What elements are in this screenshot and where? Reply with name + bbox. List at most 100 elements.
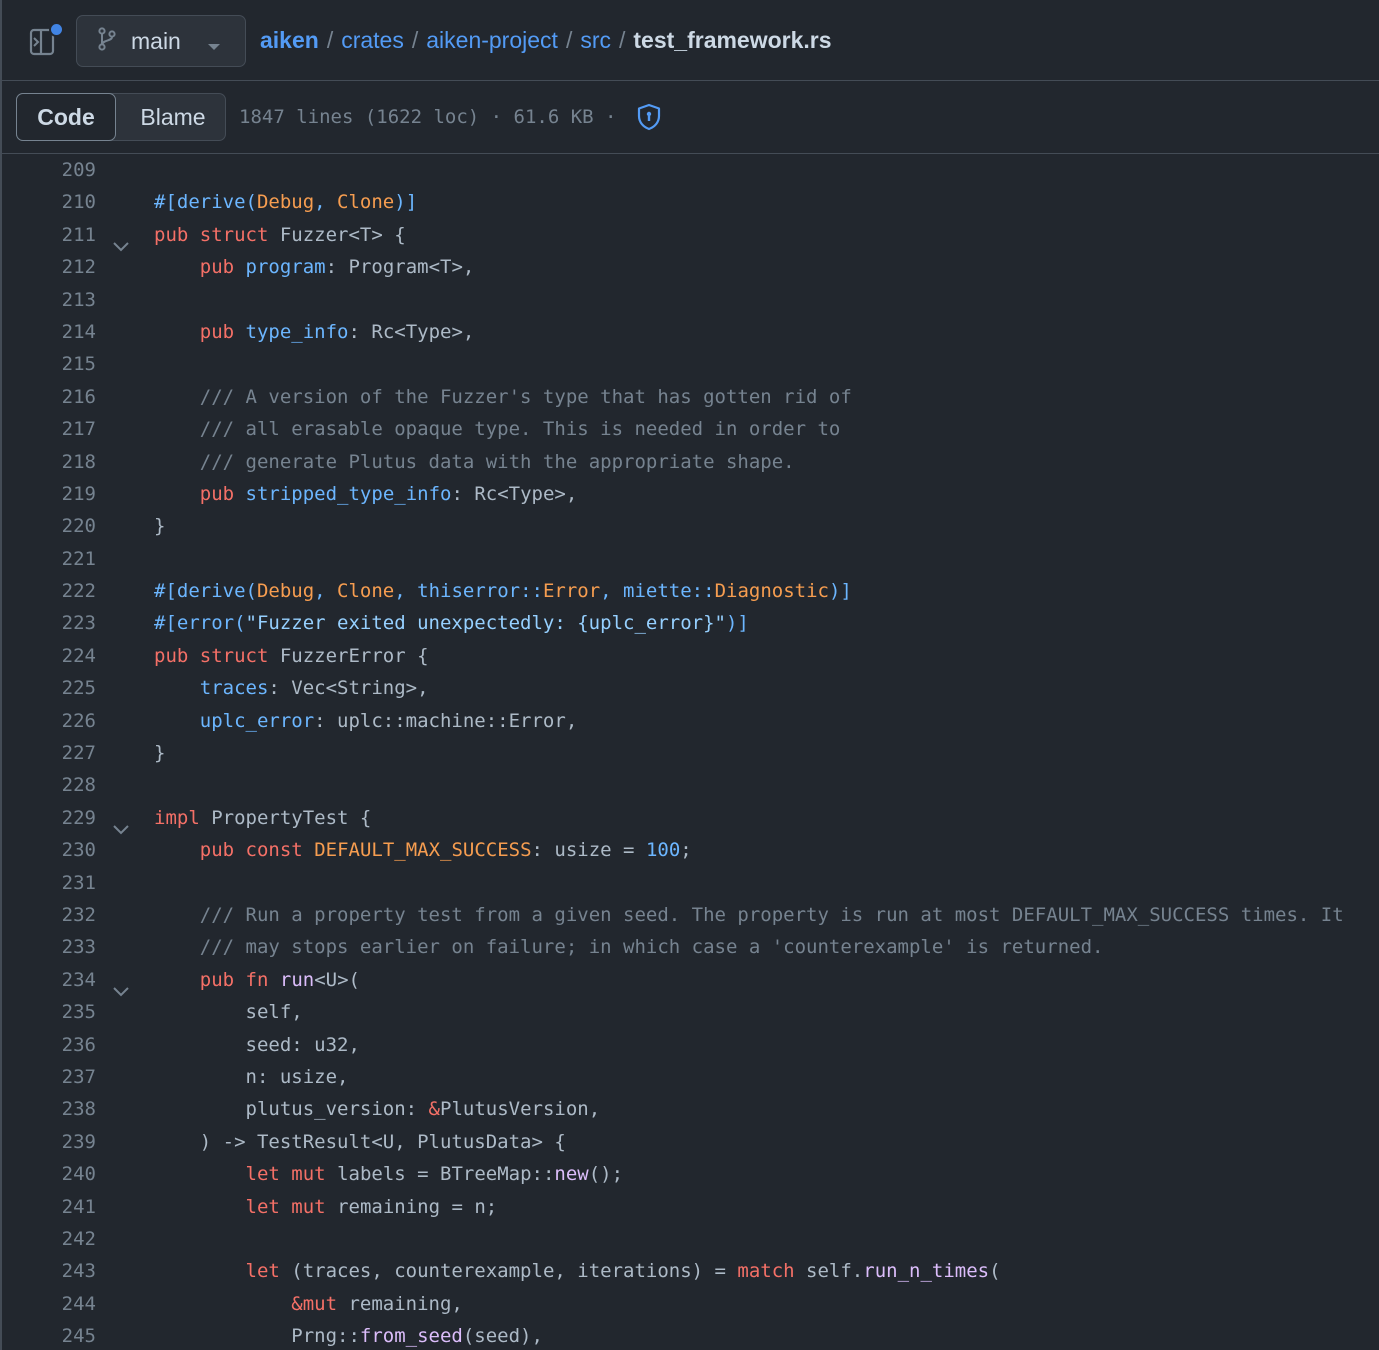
code-text: pub type_info: Rc<Type>, (154, 316, 475, 348)
breadcrumb-link-aiken-project[interactable]: aiken-project (426, 27, 558, 54)
code-line: 244 &mut remaining, (2, 1288, 1379, 1320)
chevron-down-icon[interactable] (112, 813, 130, 835)
breadcrumb-link-crates[interactable]: crates (341, 27, 404, 54)
code-token: <U>( (314, 968, 360, 991)
code-token: Fuzzer<T> { (268, 223, 406, 246)
code-token: const (245, 839, 303, 862)
code-token: impl (154, 806, 200, 829)
code-token: let (245, 1163, 280, 1186)
line-number[interactable]: 245 (2, 1320, 96, 1350)
code-token: : Program<T>, (325, 256, 475, 279)
line-number[interactable]: 232 (2, 899, 96, 931)
branch-selector-button[interactable]: main (76, 15, 246, 67)
line-number[interactable]: 225 (2, 672, 96, 704)
line-number[interactable]: 224 (2, 640, 96, 672)
line-number[interactable]: 210 (2, 186, 96, 218)
line-number[interactable]: 231 (2, 867, 96, 899)
line-number[interactable]: 220 (2, 510, 96, 542)
line-number[interactable]: 235 (2, 996, 96, 1028)
line-number[interactable]: 239 (2, 1126, 96, 1158)
breadcrumb-link-aiken[interactable]: aiken (260, 27, 319, 54)
code-text: impl PropertyTest { (154, 802, 371, 834)
code-token: FuzzerError { (268, 644, 429, 667)
breadcrumb-separator: / (326, 27, 334, 53)
code-text: let mut remaining = n; (154, 1191, 498, 1223)
line-number[interactable]: 214 (2, 316, 96, 348)
line-number[interactable]: 242 (2, 1223, 96, 1255)
git-branch-icon (97, 26, 117, 56)
line-number[interactable]: 236 (2, 1029, 96, 1061)
line-number[interactable]: 209 (2, 154, 96, 186)
sidebar-toggle-icon[interactable] (28, 22, 64, 58)
code-line: 233 /// may stops earlier on failure; in… (2, 931, 1379, 963)
line-number[interactable]: 233 (2, 931, 96, 963)
chevron-down-icon[interactable] (112, 230, 130, 252)
tab-blame[interactable]: Blame (120, 94, 226, 140)
code-token: labels = BTreeMap:: (325, 1163, 555, 1186)
line-number[interactable]: 243 (2, 1255, 96, 1287)
breadcrumb-link-src[interactable]: src (580, 27, 611, 54)
line-number[interactable]: 222 (2, 575, 96, 607)
code-token: pub (154, 223, 189, 246)
line-number[interactable]: 244 (2, 1288, 96, 1320)
code-token: (seed), (462, 1325, 543, 1348)
shield-icon[interactable] (636, 103, 662, 131)
code-token: /// may stops earlier on failure; in whi… (199, 936, 1104, 959)
line-number[interactable]: 240 (2, 1158, 96, 1190)
code-line: 234 pub fn run<U>( (2, 964, 1379, 997)
breadcrumb: aiken / crates / aiken-project / src / t… (260, 27, 832, 54)
line-number[interactable]: 237 (2, 1061, 96, 1093)
code-line: 220} (2, 510, 1379, 542)
file-header: main aiken / crates / aiken-project / sr… (2, 0, 1379, 81)
line-number[interactable]: 221 (2, 543, 96, 575)
line-number[interactable]: 234 (2, 964, 96, 996)
code-token: : usize = (531, 839, 646, 862)
line-number[interactable]: 213 (2, 284, 96, 316)
code-line: 214 pub type_info: Rc<Type>, (2, 316, 1379, 348)
code-token: from_seed (359, 1325, 463, 1348)
code-line: 230 pub const DEFAULT_MAX_SUCCESS: usize… (2, 834, 1379, 866)
tab-code[interactable]: Code (16, 93, 116, 141)
code-line: 217 /// all erasable opaque type. This i… (2, 413, 1379, 445)
code-token: Prng:: (154, 1325, 360, 1348)
line-number[interactable]: 238 (2, 1093, 96, 1125)
code-line: 216 /// A version of the Fuzzer's type t… (2, 381, 1379, 413)
code-token: )] (828, 580, 852, 603)
file-info: 1847 lines (1622 loc) · 61.6 KB · (239, 106, 617, 128)
line-number[interactable]: 218 (2, 446, 96, 478)
line-number[interactable]: 227 (2, 737, 96, 769)
code-token: Debug (256, 191, 315, 214)
line-number[interactable]: 223 (2, 607, 96, 639)
line-number[interactable]: 216 (2, 381, 96, 413)
code-token: Debug (256, 580, 315, 603)
code-text: uplc_error: uplc::machine::Error, (154, 705, 578, 737)
line-number[interactable]: 230 (2, 834, 96, 866)
line-number[interactable]: 217 (2, 413, 96, 445)
line-number[interactable]: 215 (2, 348, 96, 380)
caret-down-icon (207, 38, 221, 56)
code-line: 218 /// generate Plutus data with the ap… (2, 446, 1379, 478)
line-number[interactable]: 211 (2, 219, 96, 251)
notification-dot (49, 22, 64, 37)
line-number[interactable]: 212 (2, 251, 96, 283)
code-line: 213 (2, 284, 1379, 316)
line-number[interactable]: 229 (2, 802, 96, 834)
code-text: #[derive(Debug, Clone)] (154, 186, 417, 218)
line-number[interactable]: 241 (2, 1191, 96, 1223)
code-line: 240 let mut labels = BTreeMap::new(); (2, 1158, 1379, 1190)
line-number[interactable]: 226 (2, 705, 96, 737)
line-number[interactable]: 219 (2, 478, 96, 510)
line-number[interactable]: 228 (2, 769, 96, 801)
chevron-down-icon[interactable] (112, 975, 130, 997)
